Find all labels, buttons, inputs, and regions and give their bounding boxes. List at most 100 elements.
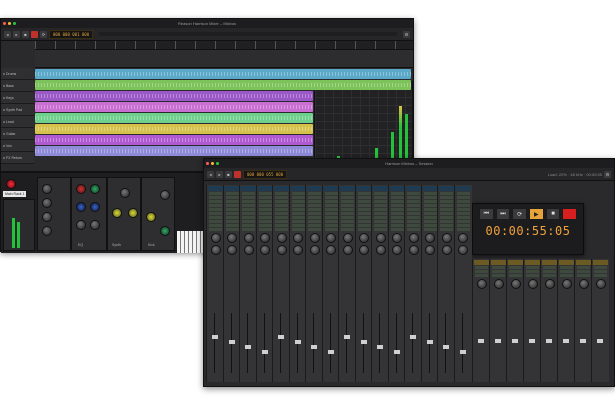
plugin-slot[interactable] [258,200,272,203]
channel-strip[interactable] [321,185,340,382]
plugin-slot[interactable] [407,224,420,227]
plugin-slot[interactable] [242,216,255,219]
plugin-slot[interactable] [407,196,420,199]
channel-input-button[interactable] [439,186,454,191]
plugin-slot[interactable] [440,196,453,199]
plugin-slot[interactable] [357,196,371,199]
plugin-slot[interactable] [407,220,420,223]
param-knob[interactable] [128,208,138,218]
plugin-slot[interactable] [390,220,404,223]
eq-knob[interactable] [227,233,237,243]
bus-strip[interactable] [506,259,524,382]
eq-knob[interactable] [458,233,468,243]
plugin-slot[interactable] [275,216,288,219]
plugin-slot[interactable] [275,212,288,215]
plugin-slot[interactable] [341,228,354,231]
channel-input-button[interactable] [224,186,240,191]
plugin-slot[interactable] [357,208,371,211]
channel-strip[interactable] [288,185,307,382]
bus-knob[interactable] [561,279,572,289]
eq-knob[interactable] [392,233,402,243]
plugin-slot[interactable] [440,228,453,231]
channel-input-button[interactable] [208,186,223,191]
plugin-slot[interactable] [324,228,338,231]
param-knob[interactable] [42,184,52,194]
channel-fader[interactable] [426,340,433,344]
channel-fader[interactable] [212,335,218,339]
plugin-slot[interactable] [456,192,470,195]
gear-icon[interactable]: ⚙ [604,170,611,178]
plugin-slot[interactable] [225,224,239,227]
plugin-slot[interactable] [258,220,272,223]
play-button[interactable]: ▸ [13,30,20,38]
track-header[interactable]: Drums [1,68,34,80]
eq-knob[interactable] [359,245,369,255]
plugin-slot[interactable] [308,208,321,211]
plugin-slot[interactable] [275,208,288,211]
eq-knob[interactable] [227,245,237,255]
plugin-slot[interactable] [357,228,371,231]
eq-knob[interactable] [342,233,353,243]
plugin-slot[interactable] [423,192,437,195]
track-header[interactable]: Guitar [1,128,34,140]
channel-fader[interactable] [261,350,268,354]
stop-button[interactable]: ■ [22,30,29,38]
plugin-slot[interactable] [341,200,354,203]
plugin-slot[interactable] [258,224,272,227]
channel-input-button[interactable] [307,186,322,191]
plugin-slot[interactable] [475,270,488,273]
skip-end-button[interactable]: ⏭ [495,208,511,220]
bus-name-button[interactable] [576,260,591,265]
plugin-slot[interactable] [423,220,437,223]
channel-fader[interactable] [228,340,235,344]
plugin-slot[interactable] [390,208,404,211]
bus-fader[interactable] [529,339,535,343]
plugin-slot[interactable] [291,224,305,227]
plugin-slot[interactable] [357,192,371,195]
channel-strip[interactable] [404,185,422,382]
plugin-slot[interactable] [374,224,387,227]
plugin-slot[interactable] [341,196,354,199]
plugin-slot[interactable] [324,192,338,195]
plugin-slot[interactable] [475,274,488,277]
plugin-slot[interactable] [560,266,573,269]
plugin-slot[interactable] [357,212,371,215]
param-knob[interactable] [146,212,156,222]
plugin-slot[interactable] [357,204,371,207]
channel-fader[interactable] [360,340,367,344]
plugin-slot[interactable] [509,274,522,277]
plugin-slot[interactable] [209,228,222,231]
channel-strip[interactable] [354,185,373,382]
plugin-slot[interactable] [242,208,255,211]
plugin-slot[interactable] [407,192,420,195]
plugin-slot[interactable] [577,266,590,269]
audio-clip[interactable] [35,91,313,101]
plugin-slot[interactable] [258,228,272,231]
audio-clip[interactable] [35,69,411,79]
channel-strip[interactable] [371,185,389,382]
bus-knob[interactable] [544,279,555,289]
eq-knob[interactable] [458,245,468,255]
channel-fader[interactable] [344,335,350,339]
plugin-slot[interactable] [225,220,239,223]
plugin-slot[interactable] [225,196,239,199]
plugin-slot[interactable] [456,216,470,219]
plugin-slot[interactable] [308,216,321,219]
plugin-slot[interactable] [291,216,305,219]
plugin-slot[interactable] [291,204,305,207]
eq-knob[interactable] [309,233,320,243]
channel-strip[interactable] [420,185,439,382]
plugin-slot[interactable] [526,270,539,273]
plugin-slot[interactable] [456,204,470,207]
track-header[interactable]: Synth Pad [1,104,34,116]
plugin-slot[interactable] [209,204,222,207]
plugin-slot[interactable] [225,200,239,203]
plugin-slot[interactable] [258,204,272,207]
bus-knob[interactable] [595,279,606,289]
channel-strip[interactable] [437,185,455,382]
channel-fader[interactable] [459,350,466,354]
channel-fader[interactable] [377,345,383,349]
track-header[interactable]: Bass [1,80,34,92]
bus-knob[interactable] [510,279,521,289]
eq-knob[interactable] [276,233,287,243]
